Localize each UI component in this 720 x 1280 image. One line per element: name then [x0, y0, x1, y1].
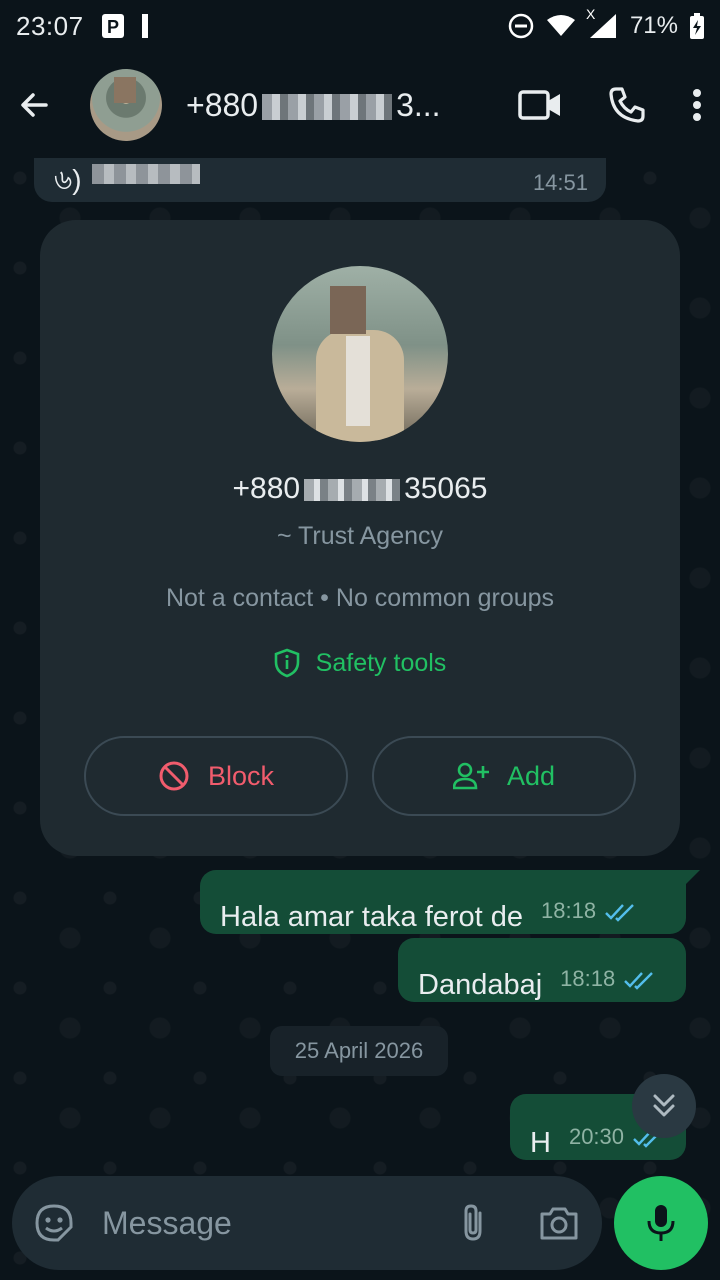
- add-person-icon: [452, 762, 489, 790]
- contact-title-start: +880: [186, 86, 259, 123]
- contact-title-end: 3...: [396, 86, 441, 123]
- sticker-emoji-icon[interactable]: [34, 1203, 74, 1243]
- outgoing-message[interactable]: Dandabaj 18:18: [398, 938, 686, 1002]
- svg-text:P: P: [107, 17, 119, 37]
- block-button[interactable]: Block: [84, 736, 348, 816]
- add-label: Add: [506, 760, 556, 791]
- message-time: 18:18: [541, 898, 597, 923]
- message-time: 20:30: [568, 1124, 625, 1149]
- wifi-icon: [546, 14, 576, 38]
- message-text: Hala amar taka ferot de: [220, 901, 524, 933]
- bubble-tail: [686, 870, 700, 884]
- message-text: Dandabaj: [418, 969, 543, 1001]
- attach-icon[interactable]: [460, 1203, 486, 1243]
- unknown-contact-card: +880 35065 ~ Trust Agency Not a contact •…: [40, 220, 680, 856]
- battery-percent: 71%: [629, 12, 678, 39]
- contact-phone-start: +880: [232, 472, 301, 505]
- more-vert-icon[interactable]: [692, 88, 702, 122]
- contact-profile-photo[interactable]: [272, 266, 448, 442]
- voice-message-button[interactable]: [614, 1176, 708, 1270]
- camera-icon[interactable]: [538, 1205, 580, 1241]
- contact-phone-end: 35065: [404, 472, 488, 505]
- read-ticks-icon: [623, 970, 655, 990]
- message-composer[interactable]: Message: [12, 1176, 602, 1270]
- status-time: 23:07: [16, 10, 84, 41]
- microphone-icon: [646, 1203, 676, 1243]
- contact-title[interactable]: +880 3...: [186, 87, 441, 124]
- contact-avatar[interactable]: [90, 69, 162, 141]
- message-time: 18:18: [560, 966, 616, 991]
- message-time: 14:51: [532, 170, 588, 195]
- message-fragment: ৬): [54, 164, 82, 195]
- video-call-icon[interactable]: [518, 89, 562, 121]
- read-ticks-icon: [604, 902, 636, 922]
- block-icon: [158, 760, 190, 792]
- signal-x-label: X: [585, 6, 596, 22]
- parking-app-icon: P: [101, 14, 124, 38]
- do-not-disturb-icon: [508, 13, 534, 39]
- redacted-text: [92, 164, 200, 184]
- date-separator: 25 April 2026: [270, 1026, 448, 1076]
- contact-push-name: ~ Trust Agency: [276, 522, 444, 550]
- incoming-message-partial[interactable]: ৬) 14:51: [34, 158, 606, 202]
- block-label: Block: [207, 760, 275, 791]
- chat-header: +880 3...: [0, 52, 720, 158]
- battery-charging-icon: [690, 13, 704, 39]
- contact-relationship-info: Not a contact • No common groups: [165, 584, 555, 612]
- safety-tools-label: Safety tools: [315, 648, 447, 677]
- shield-info-icon: [274, 648, 300, 678]
- cell-signal-icon: X: [586, 6, 618, 40]
- message-text: H: [530, 1127, 551, 1159]
- notification-bar-icon: [141, 14, 148, 38]
- redacted-digits: [262, 94, 393, 121]
- double-chevron-down-icon: [650, 1092, 678, 1120]
- back-arrow-icon[interactable]: [18, 89, 50, 121]
- voice-call-icon[interactable]: [608, 86, 646, 124]
- redacted-digits: [304, 479, 401, 502]
- add-contact-button[interactable]: Add: [372, 736, 636, 816]
- contact-phone-number: +880 35065: [40, 472, 680, 506]
- safety-tools-link[interactable]: Safety tools: [40, 648, 680, 678]
- message-input[interactable]: Message: [102, 1205, 232, 1242]
- status-bar: 23:07 P X 71%: [0, 0, 720, 52]
- scroll-to-bottom-button[interactable]: [632, 1074, 696, 1138]
- outgoing-message[interactable]: Hala amar taka ferot de 18:18: [200, 870, 686, 934]
